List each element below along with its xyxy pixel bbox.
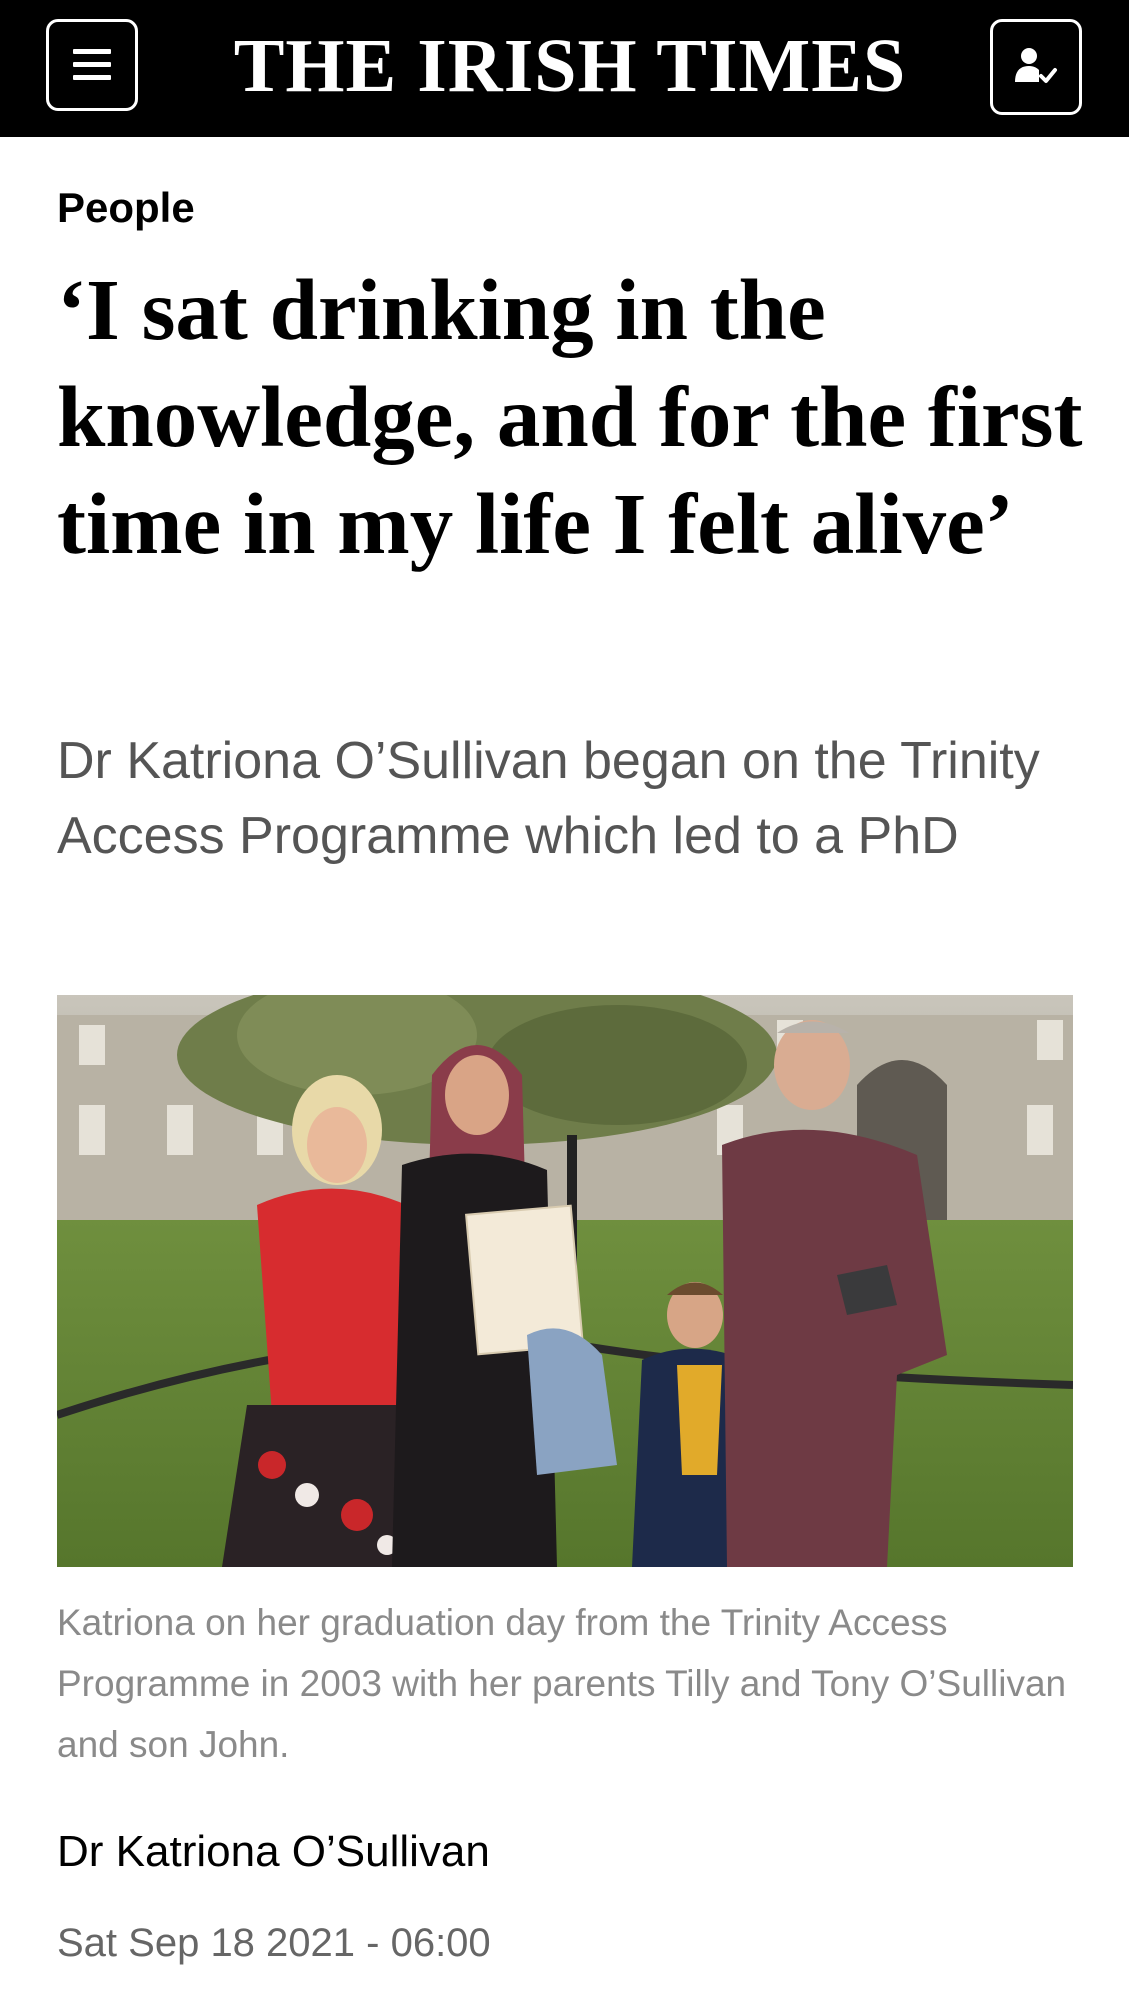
top-navigation-bar: THE IRISH TIMES: [0, 0, 1129, 137]
article-photo: [57, 995, 1073, 1567]
publish-date: Sat Sep 18 2021 - 06:00: [57, 1921, 491, 1965]
author-byline[interactable]: Dr Katriona O’Sullivan: [57, 1822, 490, 1882]
graduation-photo-illustration: [57, 995, 1073, 1567]
menu-button[interactable]: [46, 19, 138, 111]
article-standfirst: Dr Katriona O’Sullivan began on the Trin…: [57, 732, 1040, 865]
account-verified-icon: [1015, 48, 1057, 83]
image-caption: Katriona on her graduation day from the …: [57, 1602, 1067, 1765]
section-label[interactable]: People: [57, 180, 195, 236]
masthead-logo[interactable]: THE IRISH TIMES: [180, 18, 960, 114]
hamburger-menu-icon: [73, 49, 111, 80]
account-button[interactable]: [990, 19, 1082, 115]
article-headline: ‘I sat drinking in the knowledge, and fo…: [57, 261, 1083, 572]
